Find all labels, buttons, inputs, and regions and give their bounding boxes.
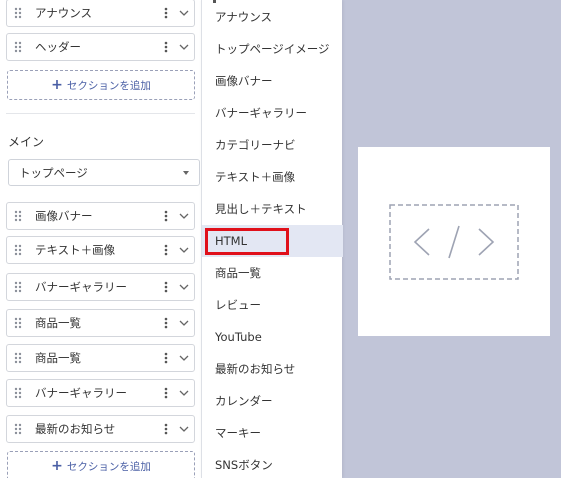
menu-item[interactable]: トップページイメージ bbox=[202, 33, 343, 65]
add-section-label: セクションを追加 bbox=[66, 79, 151, 92]
menu-item[interactable]: カテゴリーナビ bbox=[202, 129, 343, 161]
section-row-image-banner[interactable]: 画像バナー bbox=[6, 202, 195, 230]
section-row-label: 最新のお知らせ bbox=[35, 422, 116, 436]
add-section-button[interactable]: + セクションを追加 bbox=[7, 70, 195, 100]
divider bbox=[6, 113, 195, 114]
drag-handle-icon[interactable] bbox=[7, 237, 29, 263]
menu-item[interactable]: マーキー bbox=[202, 417, 343, 449]
highlight-box bbox=[205, 228, 289, 255]
drag-handle-icon[interactable] bbox=[7, 34, 29, 60]
drag-handle-icon[interactable] bbox=[7, 0, 29, 26]
drag-handle-icon[interactable] bbox=[7, 345, 29, 371]
drag-handle-icon[interactable] bbox=[7, 274, 29, 300]
more-options-icon[interactable] bbox=[158, 380, 174, 406]
menu-item[interactable]: カレンダー bbox=[202, 385, 343, 417]
caret-down-icon bbox=[183, 171, 189, 175]
section-row-label: アナウンス bbox=[35, 6, 93, 20]
menu-item[interactable]: YouTube bbox=[202, 321, 343, 353]
menu-item[interactable]: アナウンス bbox=[202, 1, 343, 33]
section-row-banner-gallery[interactable]: バナーギャラリー bbox=[6, 273, 195, 301]
menu-item[interactable]: 商品一覧 bbox=[202, 257, 343, 289]
code-icon bbox=[389, 204, 519, 280]
section-row-text-image[interactable]: テキスト＋画像 bbox=[6, 236, 195, 264]
menu-item[interactable]: 最新のお知らせ bbox=[202, 353, 343, 385]
section-row-label: テキスト＋画像 bbox=[35, 243, 116, 257]
section-row-label: 商品一覧 bbox=[35, 351, 81, 365]
chevron-down-icon[interactable] bbox=[174, 380, 194, 406]
menu-item[interactable]: SNSボタン bbox=[202, 449, 343, 478]
more-options-icon[interactable] bbox=[158, 34, 174, 60]
section-row-label: ヘッダー bbox=[35, 40, 81, 54]
page-select[interactable]: トップページ bbox=[8, 159, 200, 186]
drag-handle-icon[interactable] bbox=[7, 310, 29, 336]
more-options-icon[interactable] bbox=[158, 310, 174, 336]
section-row-header[interactable]: ヘッダー bbox=[6, 33, 195, 61]
theme-editor: アナウンス ヘッダー + セクションを追加 メイン トップページ 画像バナー テ… bbox=[0, 0, 561, 478]
add-section-label: セクションを追加 bbox=[66, 460, 151, 473]
section-row-label: バナーギャラリー bbox=[35, 280, 127, 294]
chevron-down-icon[interactable] bbox=[174, 274, 194, 300]
menu-item[interactable]: 見出し＋テキスト bbox=[202, 193, 343, 225]
section-row-label: 画像バナー bbox=[35, 209, 93, 223]
page-select-value: トップページ bbox=[19, 165, 88, 180]
more-options-icon[interactable] bbox=[158, 416, 174, 442]
section-row-product-list[interactable]: 商品一覧 bbox=[6, 344, 195, 372]
more-options-icon[interactable] bbox=[158, 203, 174, 229]
more-options-icon[interactable] bbox=[158, 237, 174, 263]
menu-item[interactable]: テキスト＋画像 bbox=[202, 161, 343, 193]
section-preview-card bbox=[358, 147, 550, 336]
plus-icon: + bbox=[51, 458, 63, 474]
section-row-banner-gallery[interactable]: バナーギャラリー bbox=[6, 379, 195, 407]
more-options-icon[interactable] bbox=[158, 345, 174, 371]
drag-handle-icon[interactable] bbox=[7, 416, 29, 442]
chevron-down-icon[interactable] bbox=[174, 345, 194, 371]
section-row-product-list[interactable]: 商品一覧 bbox=[6, 309, 195, 337]
more-options-icon[interactable] bbox=[158, 0, 174, 26]
drag-handle-icon[interactable] bbox=[7, 203, 29, 229]
menu-item[interactable]: 画像バナー bbox=[202, 65, 343, 97]
chevron-down-icon[interactable] bbox=[174, 34, 194, 60]
section-row-label: 商品一覧 bbox=[35, 316, 81, 330]
drag-handle-icon[interactable] bbox=[7, 380, 29, 406]
menu-item[interactable]: バナーギャラリー bbox=[202, 97, 343, 129]
more-options-icon[interactable] bbox=[158, 274, 174, 300]
section-row-news[interactable]: 最新のお知らせ bbox=[6, 415, 195, 443]
chevron-down-icon[interactable] bbox=[174, 310, 194, 336]
plus-icon: + bbox=[51, 77, 63, 93]
section-row-label: バナーギャラリー bbox=[35, 386, 127, 400]
section-panel: アナウンス ヘッダー + セクションを追加 メイン トップページ 画像バナー テ… bbox=[0, 0, 200, 478]
section-row-announce[interactable]: アナウンス bbox=[6, 0, 195, 27]
main-section-title: メイン bbox=[8, 135, 45, 149]
menu-item[interactable]: レビュー bbox=[202, 289, 343, 321]
chevron-down-icon[interactable] bbox=[174, 0, 194, 26]
chevron-down-icon[interactable] bbox=[174, 237, 194, 263]
chevron-down-icon[interactable] bbox=[174, 203, 194, 229]
add-section-button[interactable]: + セクションを追加 bbox=[7, 451, 195, 478]
chevron-down-icon[interactable] bbox=[174, 416, 194, 442]
